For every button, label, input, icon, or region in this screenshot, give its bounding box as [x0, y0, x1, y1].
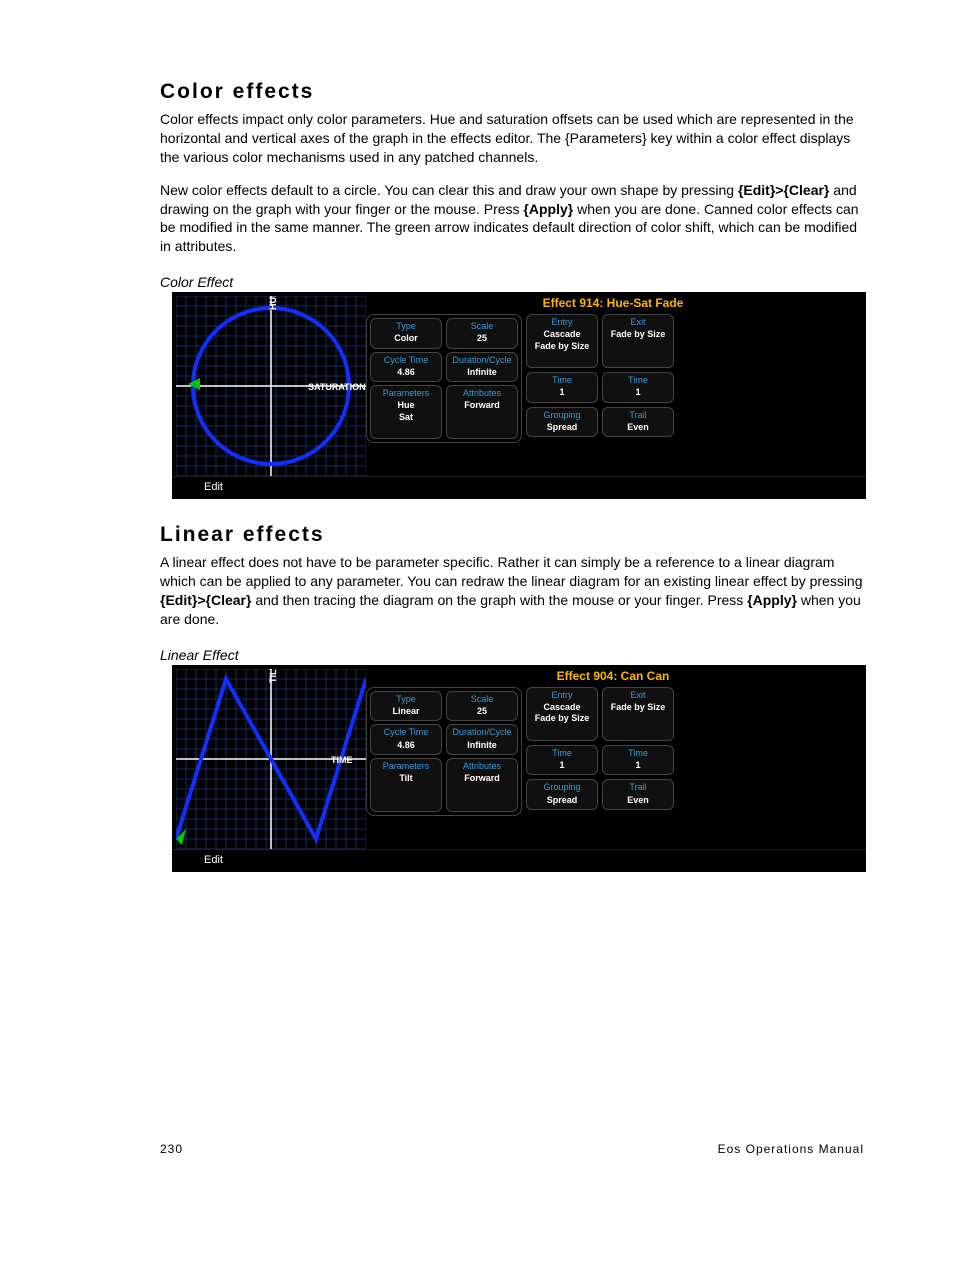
para-linear-1: A linear effect does not have to be para…	[160, 553, 864, 629]
screenshot-linear-effect: TILT TIME Effect 904: Can Can TypeLinear…	[172, 665, 866, 872]
screenshot-color-effect: HUE SATURATION Effect 914: Hue-Sat Fade …	[172, 292, 866, 499]
tile-parameters[interactable]: ParametersTilt	[370, 758, 442, 812]
tile-attributes[interactable]: AttributesForward	[446, 758, 518, 812]
page-number: 230	[160, 1142, 183, 1156]
tile-time-exit[interactable]: Time1	[602, 372, 674, 403]
edit-button[interactable]: Edit	[172, 476, 866, 499]
heading-color-effects: Color effects	[160, 80, 864, 104]
tile-cycle-time[interactable]: Cycle Time4.86	[370, 352, 442, 383]
key-apply: {Apply}	[747, 592, 797, 608]
tile-trail[interactable]: TrailEven	[602, 779, 674, 810]
para-color-1: Color effects impact only color paramete…	[160, 110, 864, 167]
svg-text:HUE: HUE	[268, 296, 278, 310]
tile-group-left: TypeColor Scale25 Cycle Time4.86 Duratio…	[366, 314, 522, 443]
tile-cycle-time[interactable]: Cycle Time4.86	[370, 724, 442, 755]
tile-exit[interactable]: ExitFade by Size	[602, 687, 674, 741]
tile-attributes[interactable]: AttributesForward	[446, 385, 518, 439]
tile-group-left: TypeLinear Scale25 Cycle Time4.86 Durati…	[366, 687, 522, 816]
svg-text:TILT: TILT	[268, 669, 278, 683]
text: and then tracing the diagram on the grap…	[251, 592, 747, 608]
effect-title: Effect 914: Hue-Sat Fade	[366, 294, 860, 314]
tile-exit[interactable]: ExitFade by Size	[602, 314, 674, 368]
graph-tilt-time: TILT TIME	[176, 669, 366, 849]
tile-scale[interactable]: Scale25	[446, 318, 518, 349]
tile-grouping[interactable]: GroupingSpread	[526, 779, 598, 810]
edit-button[interactable]: Edit	[172, 849, 866, 872]
tile-entry[interactable]: EntryCascadeFade by Size	[526, 687, 598, 741]
tile-type[interactable]: TypeColor	[370, 318, 442, 349]
effect-title: Effect 904: Can Can	[366, 667, 860, 687]
tile-grouping[interactable]: GroupingSpread	[526, 407, 598, 438]
tile-duration[interactable]: Duration/CycleInfinite	[446, 352, 518, 383]
tile-entry[interactable]: EntryCascadeFade by Size	[526, 314, 598, 368]
tile-duration[interactable]: Duration/CycleInfinite	[446, 724, 518, 755]
key-edit-clear: {Edit}>{Clear}	[738, 182, 829, 198]
tile-time-entry[interactable]: Time1	[526, 745, 598, 776]
svg-text:TIME: TIME	[331, 755, 353, 765]
caption-color-effect: Color Effect	[160, 274, 864, 290]
tile-time-exit[interactable]: Time1	[602, 745, 674, 776]
text: New color effects default to a circle. Y…	[160, 182, 738, 198]
key-edit-clear: {Edit}>{Clear}	[160, 592, 251, 608]
tile-trail[interactable]: TrailEven	[602, 407, 674, 438]
page-footer: 230 Eos Operations Manual	[160, 1142, 864, 1156]
tile-type[interactable]: TypeLinear	[370, 691, 442, 722]
caption-linear-effect: Linear Effect	[160, 647, 864, 663]
text: A linear effect does not have to be para…	[160, 554, 863, 589]
tile-scale[interactable]: Scale25	[446, 691, 518, 722]
heading-linear-effects: Linear effects	[160, 523, 864, 547]
tile-time-entry[interactable]: Time1	[526, 372, 598, 403]
manual-title: Eos Operations Manual	[718, 1142, 864, 1156]
svg-text:SATURATION: SATURATION	[308, 382, 366, 392]
key-apply: {Apply}	[523, 201, 573, 217]
para-color-2: New color effects default to a circle. Y…	[160, 181, 864, 257]
tile-parameters[interactable]: ParametersHueSat	[370, 385, 442, 439]
graph-hue-sat: HUE SATURATION	[176, 296, 366, 476]
